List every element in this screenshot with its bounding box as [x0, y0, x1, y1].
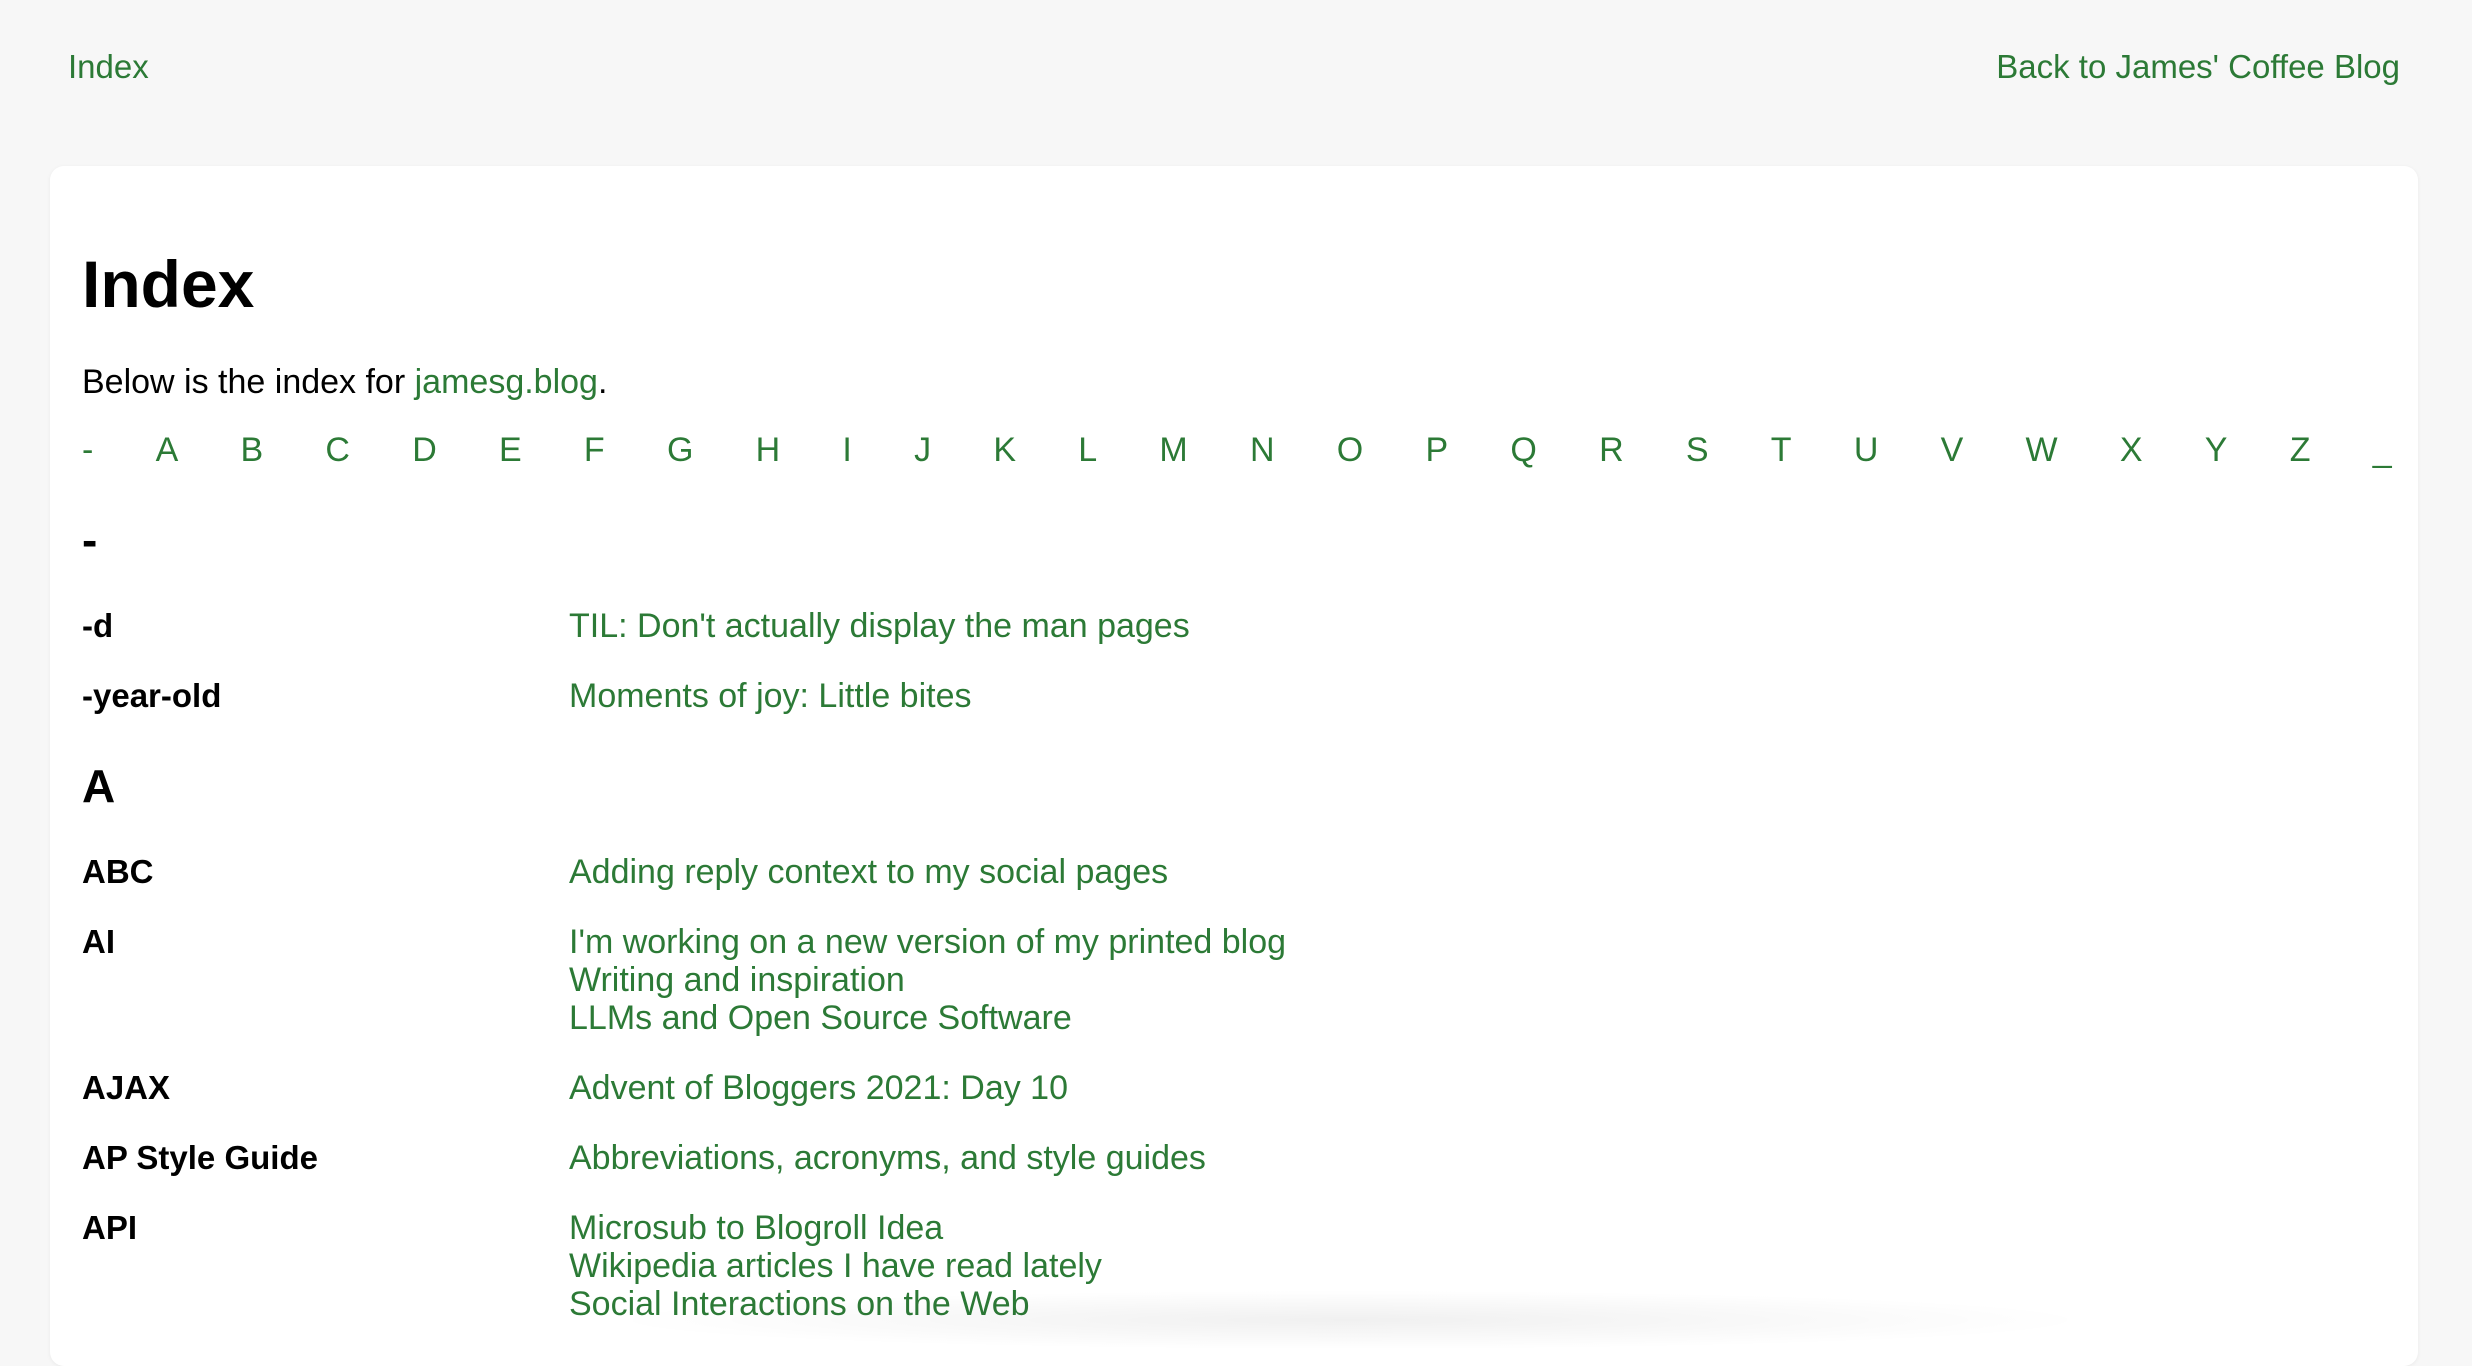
letter-link-g[interactable]: G: [667, 428, 693, 472]
post-link[interactable]: Microsub to Blogroll Idea: [569, 1209, 1102, 1247]
entry-links: Moments of joy: Little bites: [569, 677, 972, 715]
letter-link-h[interactable]: H: [756, 428, 781, 472]
letter-link-underscore[interactable]: _: [2373, 428, 2392, 472]
post-link[interactable]: I'm working on a new version of my print…: [569, 923, 1286, 961]
letter-link-z[interactable]: Z: [2290, 428, 2311, 472]
intro-suffix: .: [597, 363, 608, 401]
index-term: API: [82, 1209, 138, 1246]
index-link[interactable]: Index: [68, 47, 149, 87]
entry-links: I'm working on a new version of my print…: [569, 923, 1286, 1037]
letter-link-x[interactable]: X: [2120, 428, 2143, 472]
letter-link-r[interactable]: R: [1599, 428, 1624, 472]
letter-link-v[interactable]: V: [1941, 428, 1964, 472]
letter-link-f[interactable]: F: [584, 428, 605, 472]
content-card: Index Below is the index for jamesg.blog…: [50, 166, 2418, 1366]
letter-link-dash[interactable]: -: [82, 428, 93, 472]
top-navigation: Index Back to James' Coffee Blog: [0, 0, 2472, 136]
letter-link-q[interactable]: Q: [1510, 428, 1536, 472]
letter-link-b[interactable]: B: [240, 428, 263, 472]
post-link[interactable]: Wikipedia articles I have read lately: [569, 1247, 1102, 1285]
alphabet-nav: - A B C D E F G H I J K L M N O P Q R S …: [82, 428, 2392, 472]
post-link[interactable]: Social Interactions on the Web: [569, 1285, 1102, 1323]
post-link[interactable]: Abbreviations, acronyms, and style guide…: [569, 1139, 1206, 1177]
index-term: -d: [82, 607, 114, 644]
letter-link-w[interactable]: W: [2026, 428, 2058, 472]
section-heading-a: A: [82, 760, 116, 812]
page-title: Index: [82, 247, 255, 321]
index-term: ABC: [82, 853, 154, 890]
letter-link-l[interactable]: L: [1078, 428, 1097, 472]
letter-link-j[interactable]: J: [914, 428, 931, 472]
index-term: AI: [82, 923, 115, 960]
letter-link-a[interactable]: A: [156, 428, 179, 472]
index-term: AP Style Guide: [82, 1139, 318, 1176]
post-link[interactable]: Advent of Bloggers 2021: Day 10: [569, 1069, 1068, 1107]
entry-links: Microsub to Blogroll Idea Wikipedia arti…: [569, 1209, 1102, 1323]
entry-links: Adding reply context to my social pages: [569, 853, 1168, 891]
intro-text: Below is the index for jamesg.blog.: [82, 360, 607, 404]
letter-link-m[interactable]: M: [1159, 428, 1187, 472]
letter-link-p[interactable]: P: [1425, 428, 1448, 472]
back-to-blog-link[interactable]: Back to James' Coffee Blog: [1996, 47, 2400, 87]
letter-link-t[interactable]: T: [1771, 428, 1792, 472]
intro-prefix: Below is the index for: [82, 363, 415, 401]
letter-link-n[interactable]: N: [1250, 428, 1275, 472]
letter-link-c[interactable]: C: [325, 428, 350, 472]
letter-link-u[interactable]: U: [1854, 428, 1879, 472]
letter-link-y[interactable]: Y: [2205, 428, 2228, 472]
letter-link-s[interactable]: S: [1686, 428, 1709, 472]
post-link[interactable]: TIL: Don't actually display the man page…: [569, 607, 1190, 645]
letter-link-o[interactable]: O: [1337, 428, 1363, 472]
entry-links: TIL: Don't actually display the man page…: [569, 607, 1190, 645]
index-term: AJAX: [82, 1069, 171, 1106]
post-link[interactable]: Moments of joy: Little bites: [569, 677, 972, 715]
site-link[interactable]: jamesg.blog: [415, 363, 598, 401]
post-link[interactable]: Writing and inspiration: [569, 961, 1286, 999]
letter-link-e[interactable]: E: [499, 428, 522, 472]
letter-link-i[interactable]: I: [842, 428, 851, 472]
letter-link-k[interactable]: K: [993, 428, 1016, 472]
entry-links: Abbreviations, acronyms, and style guide…: [569, 1139, 1206, 1177]
letter-link-d[interactable]: D: [412, 428, 437, 472]
post-link[interactable]: LLMs and Open Source Software: [569, 999, 1286, 1037]
index-term: -year-old: [82, 677, 222, 714]
section-heading-dash: -: [82, 514, 98, 566]
post-link[interactable]: Adding reply context to my social pages: [569, 853, 1168, 891]
entry-links: Advent of Bloggers 2021: Day 10: [569, 1069, 1068, 1107]
